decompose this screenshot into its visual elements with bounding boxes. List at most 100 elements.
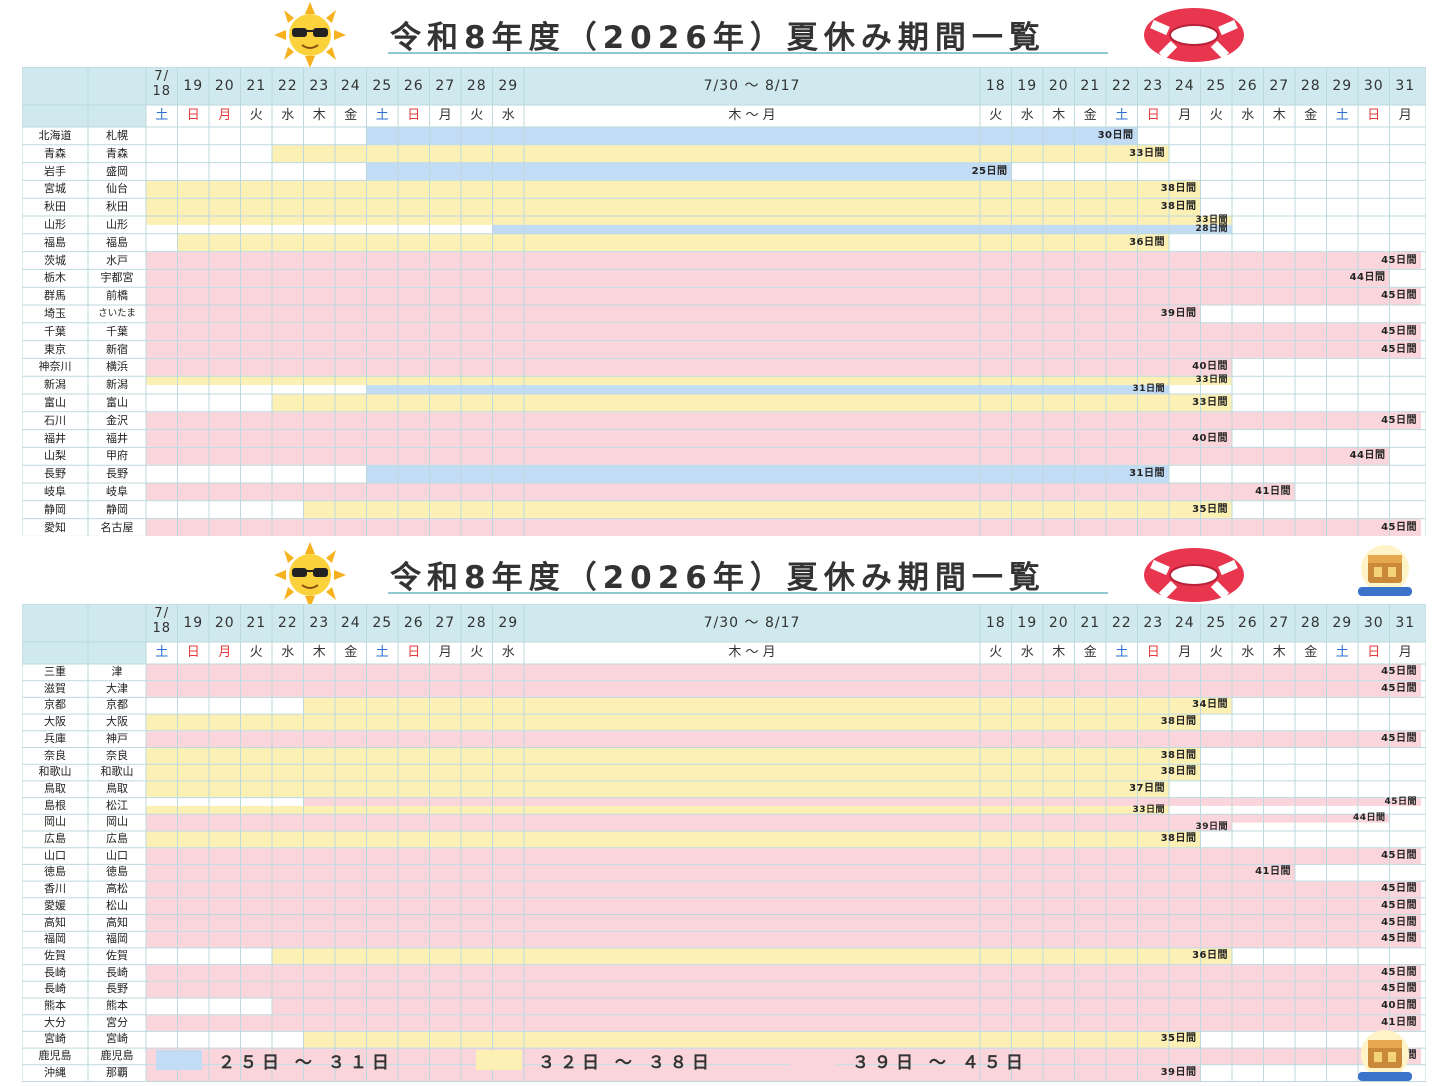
date-header-cell: 24 [1174,78,1195,94]
date-header-cell: 25 [372,78,393,94]
city-label: 高松 [106,882,128,896]
prefecture-label: 大分 [44,1015,66,1029]
weekday-header-cell: 土 [155,108,169,123]
weekday-header-cell: 水 [501,645,515,660]
weekday-header-cell: 月 [438,108,452,123]
date-header-cell: 27 [435,615,456,631]
period-bar-label: 33日間 [1195,375,1228,386]
period-bar [146,748,1201,764]
city-label: 新宿 [106,342,128,356]
city-label: 名古屋 [100,520,134,534]
date-header-cell: 29 [1332,615,1353,631]
prefecture-label: 神奈川 [38,360,72,374]
weekday-header-cell: 土 [1115,645,1129,660]
prefecture-label: 秋田 [44,200,66,214]
date-header-cell: 23 [309,615,330,631]
period-bar [146,180,1201,198]
period-bar-label: 45日間 [1381,983,1417,995]
city-label: 鹿児島 [100,1049,134,1063]
period-bar [272,998,1421,1015]
date-header-cell: 28 [466,78,487,94]
weekday-header-cell: 水 [1241,108,1255,123]
prefecture-label: 長野 [44,467,66,481]
date-header-cell: 29 [498,615,519,631]
period-bar [146,519,1421,536]
period-bar [146,252,1421,269]
weekday-header-cell: 日 [407,108,421,123]
date-header-cell: 27 [1269,78,1290,94]
prefecture-label: 鹿児島 [38,1049,72,1063]
period-bar [146,881,1421,898]
date-header-cell: 20 [214,78,235,94]
period-bar-label: 38日間 [1160,183,1197,195]
prefecture-label: 東京 [44,342,66,356]
city-label: 福井 [106,431,128,445]
date-header-cell: 26 [403,615,424,631]
date-header-cell: 26 [403,78,424,94]
weekday-header-band [22,105,146,127]
prefecture-label: 奈良 [44,748,66,762]
period-bar-label: 37日間 [1129,782,1165,794]
period-bar-label: 31日間 [1132,384,1165,395]
period-bar-label: 40日間 [1381,1000,1417,1011]
period-bar [146,831,1201,848]
city-label: 山形 [106,218,128,231]
period-bar [146,1015,1421,1031]
period-bar-label: 36日間 [1192,949,1228,961]
city-label: 宇都宮 [100,271,134,285]
weekday-header-cell: 日 [186,645,200,660]
date-header-cell: 23 [309,78,330,94]
period-bar-label: 31日間 [1129,468,1165,480]
city-label: 静岡 [106,502,128,516]
period-bar [366,465,1169,483]
period-bar-label: 45日間 [1384,796,1417,807]
legend-swatch [156,1050,202,1070]
period-bar [146,341,1421,358]
date-header-cell: 30 [1363,78,1384,94]
period-bar-label: 28日間 [1195,223,1228,234]
date-header-cell: 19 [183,78,204,94]
weekday-header-cell: 日 [407,645,421,660]
prefecture-label: 滋賀 [44,681,66,695]
weekday-header-cell: 水 [1241,645,1255,660]
period-bar [146,664,1421,681]
weekday-header-cell: 月 [438,645,452,660]
period-bar [146,764,1201,781]
period-bar-label: 40日間 [1192,432,1228,444]
period-bar-label: 38日間 [1160,833,1197,844]
weekday-header-cell: 木 ～ 月 [728,108,776,123]
weekday-header-cell: 日 [186,108,200,123]
swim-ring-icon [1144,8,1244,62]
prefecture-label: 栃木 [44,271,66,285]
prefecture-label: 宮崎 [44,1032,66,1046]
period-bar-label: 44日間 [1349,272,1386,284]
period-bar-label: 33日間 [1132,804,1165,815]
weekday-header-cell: 木 [312,108,326,123]
period-bar [146,931,1421,948]
date-header-cell: 28 [466,615,487,631]
date-header-cell: 26 [1237,615,1258,631]
city-label: 盛岡 [106,164,128,178]
weekday-header-cell: 火 [989,108,1003,123]
period-bar-label: 45日間 [1381,666,1417,677]
period-bar [146,731,1421,747]
period-bar-label: 25日間 [971,165,1008,177]
city-label: 神戸 [106,731,128,745]
weekday-header-cell: 土 [1115,108,1129,123]
sun-icon [274,2,346,68]
prefecture-label: 熊本 [44,999,66,1012]
prefecture-label: 福岡 [44,932,66,946]
date-header-cell: 28 [1300,615,1321,631]
weekday-header-cell: 火 [1209,108,1223,123]
period-bar [303,1031,1201,1048]
date-header-cell: 7/30 ～ 8/17 [703,615,801,631]
date-header-cell: 19 [1017,78,1038,94]
city-label: 青森 [106,146,128,160]
period-bar [146,483,1295,501]
date-header-cell: 21 [1080,78,1101,94]
prefecture-label: 千葉 [44,324,66,338]
date-header-cell: 25 [1206,78,1227,94]
period-bar-label: 45日間 [1381,254,1417,266]
weekday-header-cell: 土 [1335,645,1349,660]
prefecture-label: 兵庫 [44,731,66,745]
